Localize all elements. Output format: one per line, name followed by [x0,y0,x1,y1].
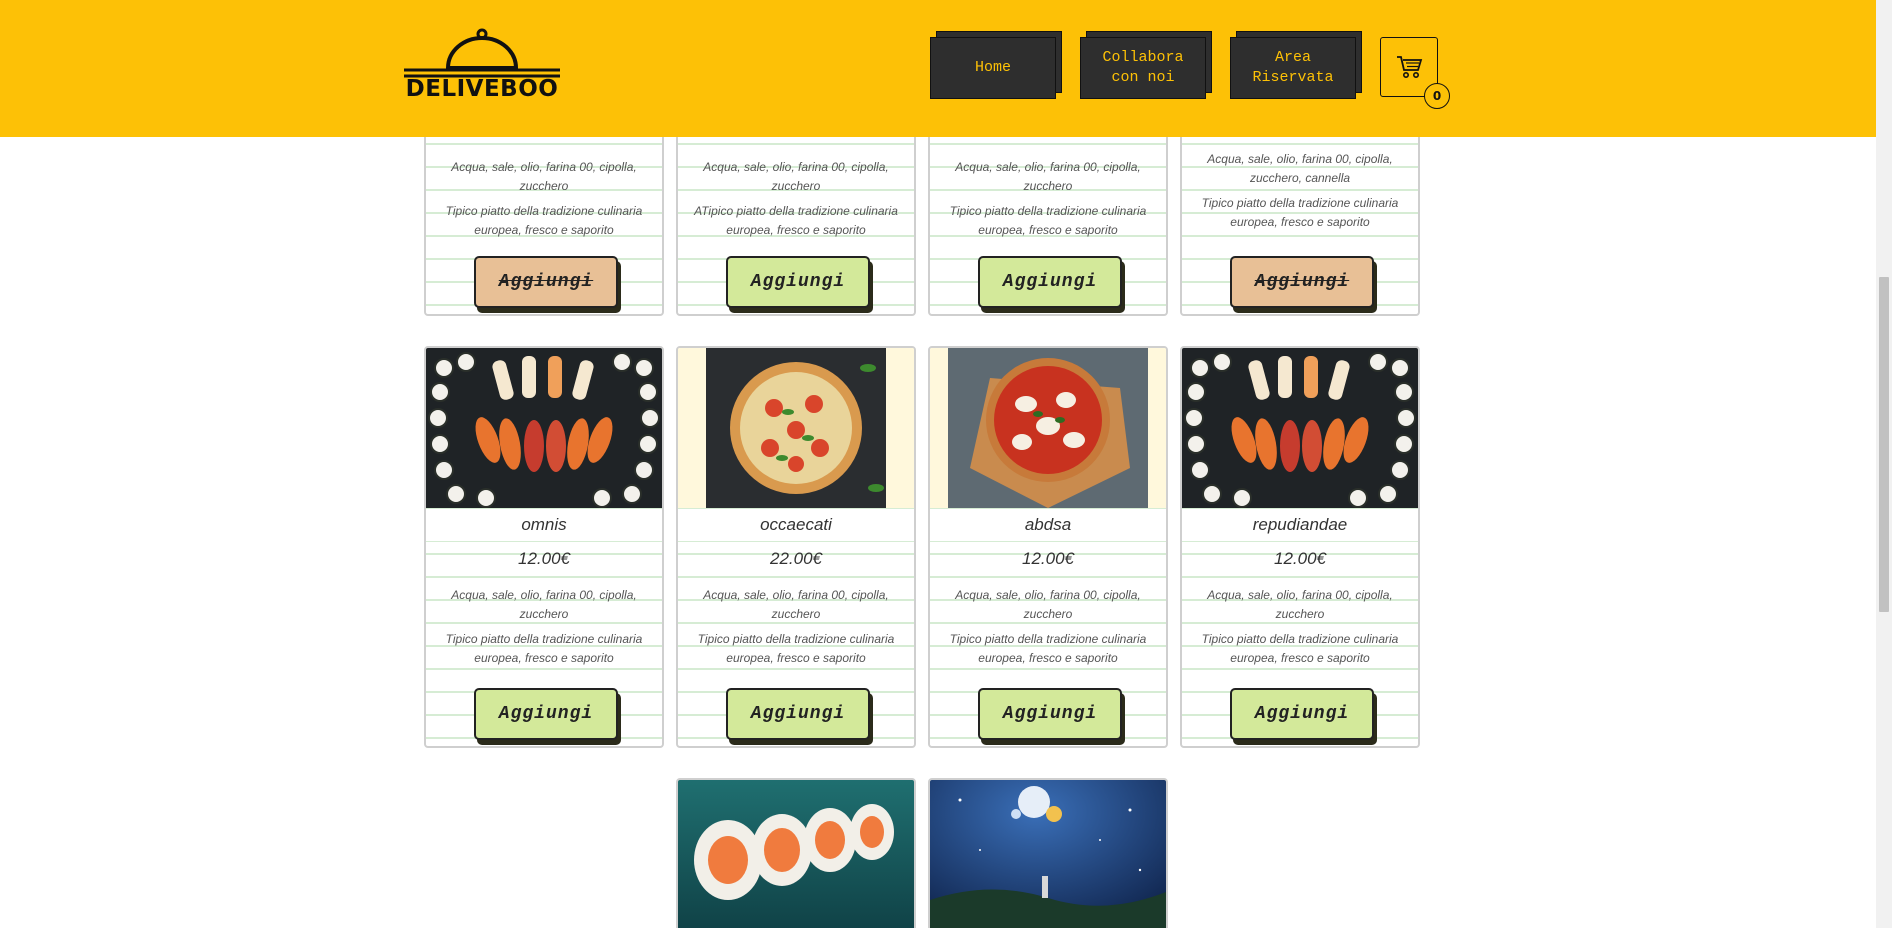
product-card: Acqua, sale, olio, farina 00, cipolla, z… [928,120,1168,316]
add-to-cart-button[interactable]: Aggiungi [726,688,870,740]
product-name: repudiandae [1182,508,1418,542]
product-card: Acqua, sale, olio, farina 00, cipolla, z… [676,120,916,316]
product-card: Acqua, sale, olio, farina 00, cipolla, z… [424,120,664,316]
nav-collabora-label-line1: Collabora [1102,49,1184,66]
product-image-pizza-margherita [930,348,1166,508]
product-price: 22.00€ [770,549,822,568]
nav-area-riservata-button[interactable]: Area Riservata [1230,37,1356,99]
product-name: occaecati [678,508,914,542]
product-image-night-sky-fantasy [930,780,1166,928]
product-ingredients: Acqua, sale, olio, farina 00, cipolla, z… [1207,152,1393,185]
product-price: 12.00€ [1274,549,1326,568]
nav-area-label-line1: Area [1274,49,1311,66]
product-image-sushi-platter [426,348,662,508]
add-to-cart-button[interactable]: Aggiungi [474,688,618,740]
product-ingredients: Acqua, sale, olio, farina 00, cipolla, z… [703,588,889,621]
product-ingredients: Acqua, sale, olio, farina 00, cipolla, z… [1207,588,1393,621]
product-image-sushi-rolls [678,780,914,928]
vertical-scrollbar[interactable] [1876,0,1892,928]
product-description: Tipico piatto della tradizione culinaria… [697,632,895,665]
add-to-cart-button[interactable]: Aggiungi [1230,688,1374,740]
add-to-cart-button[interactable]: Aggiungi [726,256,870,308]
product-description: Tipico piatto della tradizione culinaria… [1201,196,1399,229]
product-description: Tipico piatto della tradizione culinaria… [445,204,643,237]
nav-home-label: Home [974,59,1011,76]
product-ingredients: Acqua, sale, olio, farina 00, cipolla, z… [955,160,1141,193]
product-ingredients: Acqua, sale, olio, farina 00, cipolla, z… [703,160,889,193]
cart-icon [1397,56,1423,78]
product-description: Tipico piatto della tradizione culinaria… [1201,632,1399,665]
product-ingredients: Acqua, sale, olio, farina 00, cipolla, z… [451,588,637,621]
add-to-cart-button[interactable]: Aggiungi [978,688,1122,740]
product-description: Tipico piatto della tradizione culinaria… [445,632,643,665]
product-card [676,778,916,928]
product-card: repudiandae 12.00€ Acqua, sale, olio, fa… [1180,346,1420,748]
nav-collabora-label-line2: con noi [1111,69,1175,86]
product-ingredients: Acqua, sale, olio, farina 00, cipolla, z… [451,160,637,193]
nav-collabora-button[interactable]: Collabora con noi [1080,37,1206,99]
add-to-cart-button[interactable]: Aggiungi [1230,256,1374,308]
product-description: Tipico piatto della tradizione culinaria… [949,632,1147,665]
product-card [928,778,1168,928]
product-image-sushi-platter [1182,348,1418,508]
add-to-cart-button[interactable]: Aggiungi [978,256,1122,308]
scrollbar-thumb[interactable] [1879,277,1889,612]
product-image-pizza [678,348,914,508]
product-description: Tipico piatto della tradizione culinaria… [949,204,1147,237]
site-header: DELIVEBOO Home Collabora con noi Area Ri… [0,0,1876,137]
product-card: Acqua, sale, olio, farina 00, cipolla, z… [1180,120,1420,316]
nav-area-label-line2: Riservata [1252,69,1334,86]
product-description: ATipico piatto della tradizione culinari… [694,204,898,237]
product-price: 12.00€ [518,549,570,568]
product-ingredients: Acqua, sale, olio, farina 00, cipolla, z… [955,588,1141,621]
product-price: 12.00€ [1022,549,1074,568]
page: Acqua, sale, olio, farina 00, cipolla, z… [0,0,1892,928]
product-card: occaecati 22.00€ Acqua, sale, olio, fari… [676,346,916,748]
nav-home-button[interactable]: Home [930,37,1056,99]
logo[interactable]: DELIVEBOO [404,28,560,102]
product-card: abdsa 12.00€ Acqua, sale, olio, farina 0… [928,346,1168,748]
logo-text: DELIVEBOO [405,76,559,102]
add-to-cart-button[interactable]: Aggiungi [474,256,618,308]
product-name: abdsa [930,508,1166,542]
product-name: omnis [426,508,662,542]
cart-count-badge: 0 [1424,83,1450,109]
cloche-icon [404,28,560,78]
product-card: omnis 12.00€ Acqua, sale, olio, farina 0… [424,346,664,748]
